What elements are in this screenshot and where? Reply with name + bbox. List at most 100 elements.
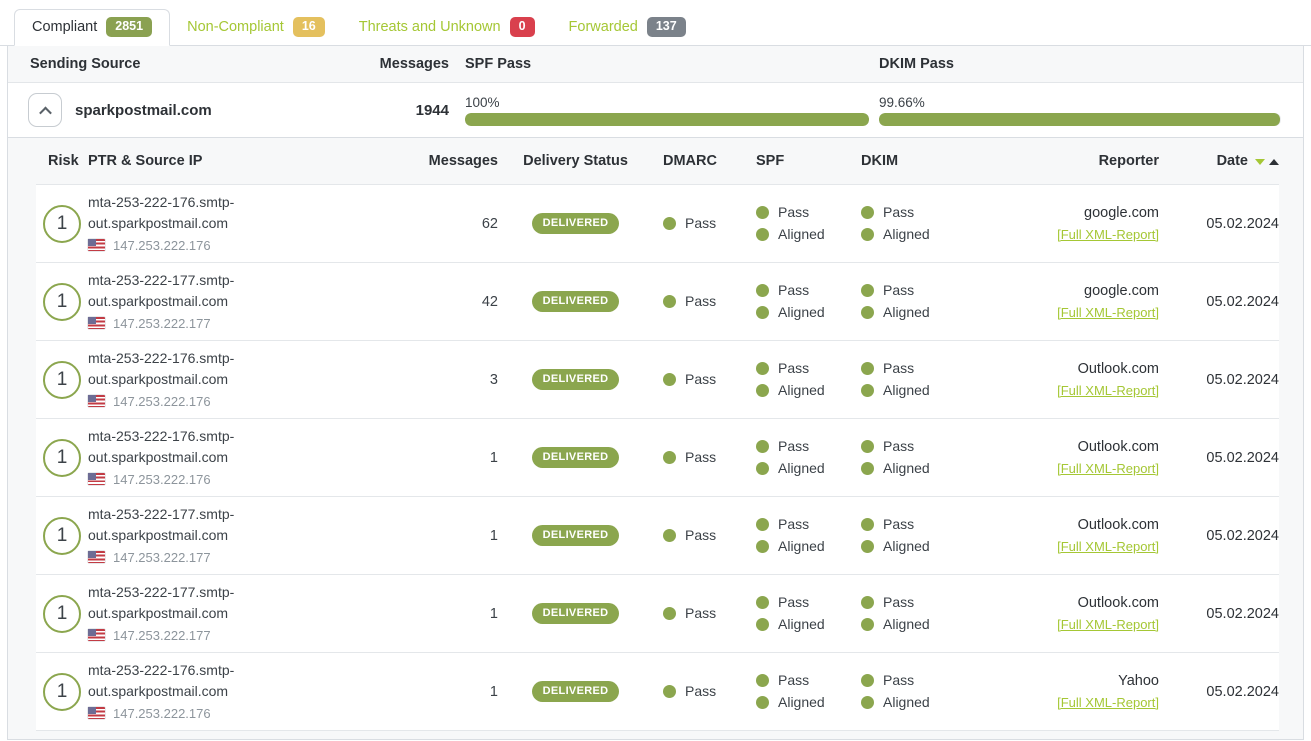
dmarc-result: Pass	[685, 447, 716, 469]
status-dot-icon	[861, 206, 874, 219]
tab-non-compliant[interactable]: Non-Compliant 16	[170, 10, 342, 45]
dmarc-result: Pass	[685, 603, 716, 625]
tab-compliant-count-badge: 2851	[106, 17, 152, 37]
tab-forwarded-label: Forwarded	[569, 19, 638, 35]
chevron-up-icon	[39, 107, 52, 120]
status-dot-icon	[756, 384, 769, 397]
status-dot-icon	[861, 306, 874, 319]
dmarc-result: Pass	[685, 369, 716, 391]
status-dot-icon	[663, 451, 676, 464]
report-date: 05.02.2024	[1159, 606, 1279, 622]
triangle-down-icon[interactable]	[1255, 159, 1265, 165]
full-xml-report-link[interactable]: [Full XML-Report]	[1057, 305, 1159, 320]
ptr-hostname: mta-253-222-177.smtp-out.sparkpostmail.c…	[88, 504, 368, 546]
status-dot-icon	[756, 228, 769, 241]
ptr-hostname: mta-253-222-176.smtp-out.sparkpostmail.c…	[88, 426, 368, 468]
us-flag-icon	[88, 473, 105, 485]
row-messages-count: 1	[388, 684, 498, 700]
collapse-source-button[interactable]	[28, 93, 62, 127]
col-header-risk: Risk	[36, 153, 88, 169]
source-ip: 147.253.222.176	[113, 235, 211, 256]
spf-alignment: Aligned	[778, 224, 825, 246]
risk-score-badge: 1	[43, 205, 81, 243]
status-dot-icon	[861, 462, 874, 475]
spf-alignment: Aligned	[778, 380, 825, 402]
dkim-result: Pass	[883, 592, 914, 614]
tab-forwarded[interactable]: Forwarded 137	[552, 10, 703, 45]
full-xml-report-link[interactable]: [Full XML-Report]	[1057, 617, 1159, 632]
reporter-domain: Outlook.com	[968, 359, 1159, 380]
ptr-hostname: mta-253-222-176.smtp-out.sparkpostmail.c…	[88, 348, 368, 390]
source-ip: 147.253.222.177	[113, 313, 211, 334]
full-xml-report-link[interactable]: [Full XML-Report]	[1057, 383, 1159, 398]
full-xml-report-link[interactable]: [Full XML-Report]	[1057, 461, 1159, 476]
source-ip: 147.253.222.177	[113, 547, 211, 568]
status-dot-icon	[756, 284, 769, 297]
status-dot-icon	[756, 518, 769, 531]
delivery-status-badge: DELIVERED	[532, 291, 620, 312]
full-xml-report-link[interactable]: [Full XML-Report]	[1057, 695, 1159, 710]
reporter-domain: Yahoo	[968, 671, 1159, 692]
table-row: 1 mta-253-222-177.smtp-out.sparkpostmail…	[36, 263, 1279, 341]
risk-score-badge: 1	[43, 361, 81, 399]
sending-source-messages: 1944	[329, 102, 449, 119]
us-flag-icon	[88, 239, 105, 251]
reporter-domain: Outlook.com	[968, 437, 1159, 458]
full-xml-report-link[interactable]: [Full XML-Report]	[1057, 539, 1159, 554]
status-dot-icon	[756, 206, 769, 219]
dkim-result: Pass	[883, 514, 914, 536]
status-dot-icon	[861, 362, 874, 375]
spf-pass-percent: 100%	[465, 95, 869, 110]
spf-alignment: Aligned	[778, 692, 825, 714]
dkim-alignment: Aligned	[883, 692, 930, 714]
delivery-status-badge: DELIVERED	[532, 369, 620, 390]
ptr-hostname: mta-253-222-176.smtp-out.sparkpostmail.c…	[88, 192, 368, 234]
us-flag-icon	[88, 629, 105, 641]
delivery-status-badge: DELIVERED	[532, 525, 620, 546]
triangle-up-icon[interactable]	[1269, 159, 1279, 165]
report-date: 05.02.2024	[1159, 372, 1279, 388]
dkim-pass-bar-fill	[879, 113, 1280, 126]
source-ip: 147.253.222.176	[113, 391, 211, 412]
full-xml-report-link[interactable]: [Full XML-Report]	[1057, 227, 1159, 242]
ptr-hostname: mta-253-222-177.smtp-out.sparkpostmail.c…	[88, 270, 368, 312]
status-dot-icon	[756, 618, 769, 631]
spf-alignment: Aligned	[778, 302, 825, 324]
us-flag-icon	[88, 317, 105, 329]
row-messages-count: 42	[388, 294, 498, 310]
status-dot-icon	[663, 217, 676, 230]
detail-rows: 1 mta-253-222-176.smtp-out.sparkpostmail…	[36, 184, 1279, 731]
source-detail-section: Risk PTR & Source IP Messages Delivery S…	[8, 138, 1303, 740]
detail-header-row: Risk PTR & Source IP Messages Delivery S…	[36, 138, 1279, 184]
spf-result: Pass	[778, 202, 809, 224]
row-messages-count: 1	[388, 606, 498, 622]
row-messages-count: 1	[388, 450, 498, 466]
report-tabbar: Compliant 2851 Non-Compliant 16 Threats …	[0, 0, 1311, 46]
reporter-domain: Outlook.com	[968, 593, 1159, 614]
status-dot-icon	[663, 607, 676, 620]
col-header-date-sort[interactable]: Date	[1159, 153, 1279, 169]
tab-compliant[interactable]: Compliant 2851	[14, 9, 170, 46]
compliant-panel: Sending Source Messages SPF Pass DKIM Pa…	[7, 46, 1304, 740]
risk-score-badge: 1	[43, 439, 81, 477]
col-header-messages: Messages	[329, 56, 449, 72]
tab-compliant-label: Compliant	[32, 19, 97, 35]
dkim-result: Pass	[883, 202, 914, 224]
dkim-result: Pass	[883, 358, 914, 380]
report-date: 05.02.2024	[1159, 216, 1279, 232]
status-dot-icon	[663, 373, 676, 386]
spf-pass-bar-fill	[465, 113, 869, 126]
us-flag-icon	[88, 551, 105, 563]
col-header-spf-pass: SPF Pass	[449, 56, 869, 72]
report-date: 05.02.2024	[1159, 528, 1279, 544]
report-date: 05.02.2024	[1159, 450, 1279, 466]
dkim-pass-bar	[879, 113, 1281, 126]
status-dot-icon	[756, 306, 769, 319]
dkim-result: Pass	[883, 436, 914, 458]
row-messages-count: 3	[388, 372, 498, 388]
col-header-spf: SPF	[748, 153, 853, 169]
source-ip: 147.253.222.176	[113, 703, 211, 724]
tab-threats-unknown[interactable]: Threats and Unknown 0	[342, 10, 552, 45]
row-messages-count: 1	[388, 528, 498, 544]
col-header-reporter: Reporter	[968, 151, 1159, 172]
